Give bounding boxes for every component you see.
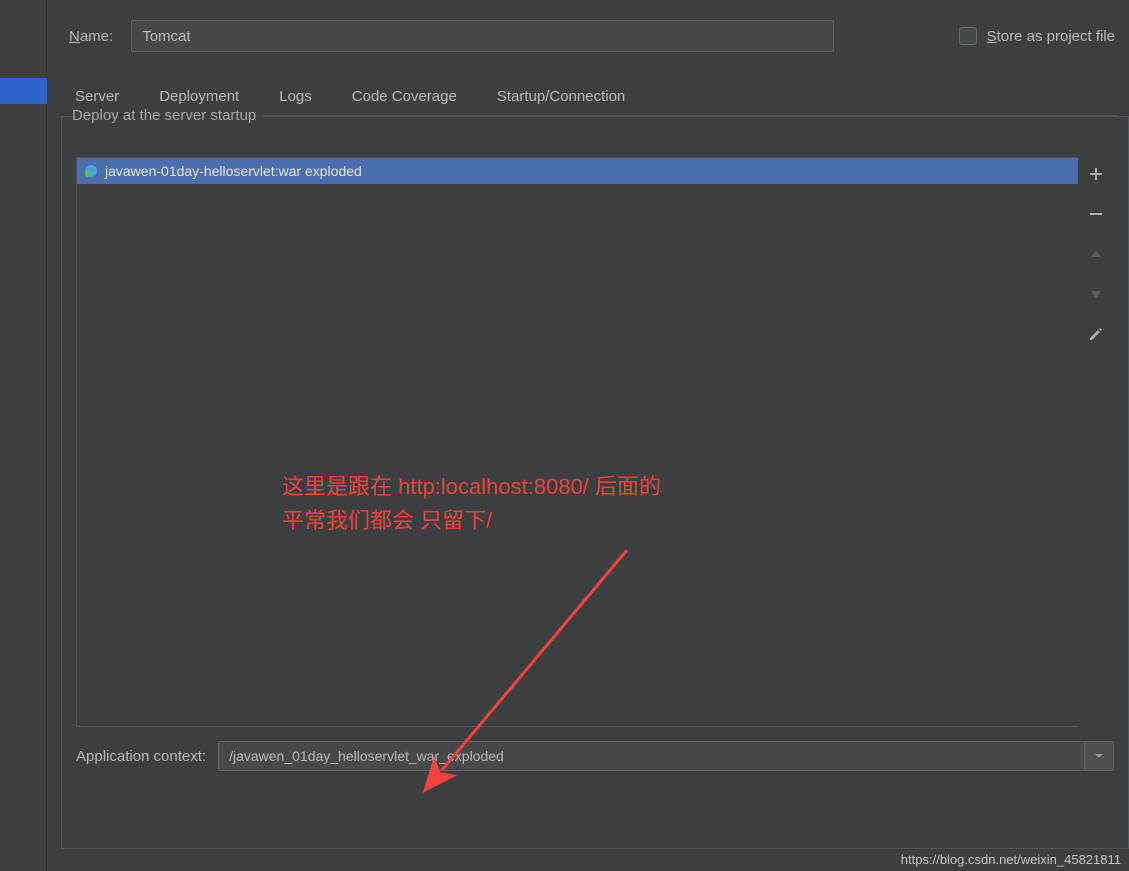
chevron-down-icon [1094, 751, 1104, 761]
name-input[interactable] [131, 20, 834, 52]
move-up-button [1083, 241, 1109, 267]
store-label: Store as project file [987, 28, 1115, 45]
artifact-icon [83, 163, 99, 179]
store-as-project-file[interactable]: Store as project file [959, 27, 1115, 45]
remove-button[interactable] [1083, 201, 1109, 227]
checkbox-icon[interactable] [959, 27, 977, 45]
application-context-label: Application context: [76, 748, 206, 765]
application-context-input[interactable] [218, 741, 1084, 771]
header-row: Name: Store as project file [61, 0, 1115, 58]
main-panel: Name: Store as project file Server Deplo… [47, 0, 1129, 871]
application-context-row: Application context: [76, 741, 1114, 771]
dropdown-button[interactable] [1084, 741, 1114, 771]
move-down-button [1083, 281, 1109, 307]
sidebar-selected-item[interactable] [0, 78, 47, 104]
deployment-panel: Deploy at the server startup javawen-01d… [61, 116, 1129, 849]
group-title: Deploy at the server startup [72, 107, 262, 124]
application-context-combo[interactable] [218, 741, 1114, 771]
deploy-list[interactable]: javawen-01day-helloservlet:war exploded [76, 157, 1078, 727]
edit-button[interactable] [1083, 321, 1109, 347]
deploy-toolbar [1078, 157, 1114, 727]
add-button[interactable] [1083, 161, 1109, 187]
deploy-item[interactable]: javawen-01day-helloservlet:war exploded [77, 158, 1078, 184]
left-sidebar-stub [0, 0, 47, 871]
deploy-area: javawen-01day-helloservlet:war exploded [76, 157, 1114, 727]
name-label: Name: [69, 28, 113, 45]
deploy-item-label: javawen-01day-helloservlet:war exploded [105, 163, 362, 179]
watermark: https://blog.csdn.net/weixin_45821811 [901, 852, 1121, 867]
group-separator [262, 115, 1118, 116]
group-header: Deploy at the server startup [72, 107, 1118, 124]
